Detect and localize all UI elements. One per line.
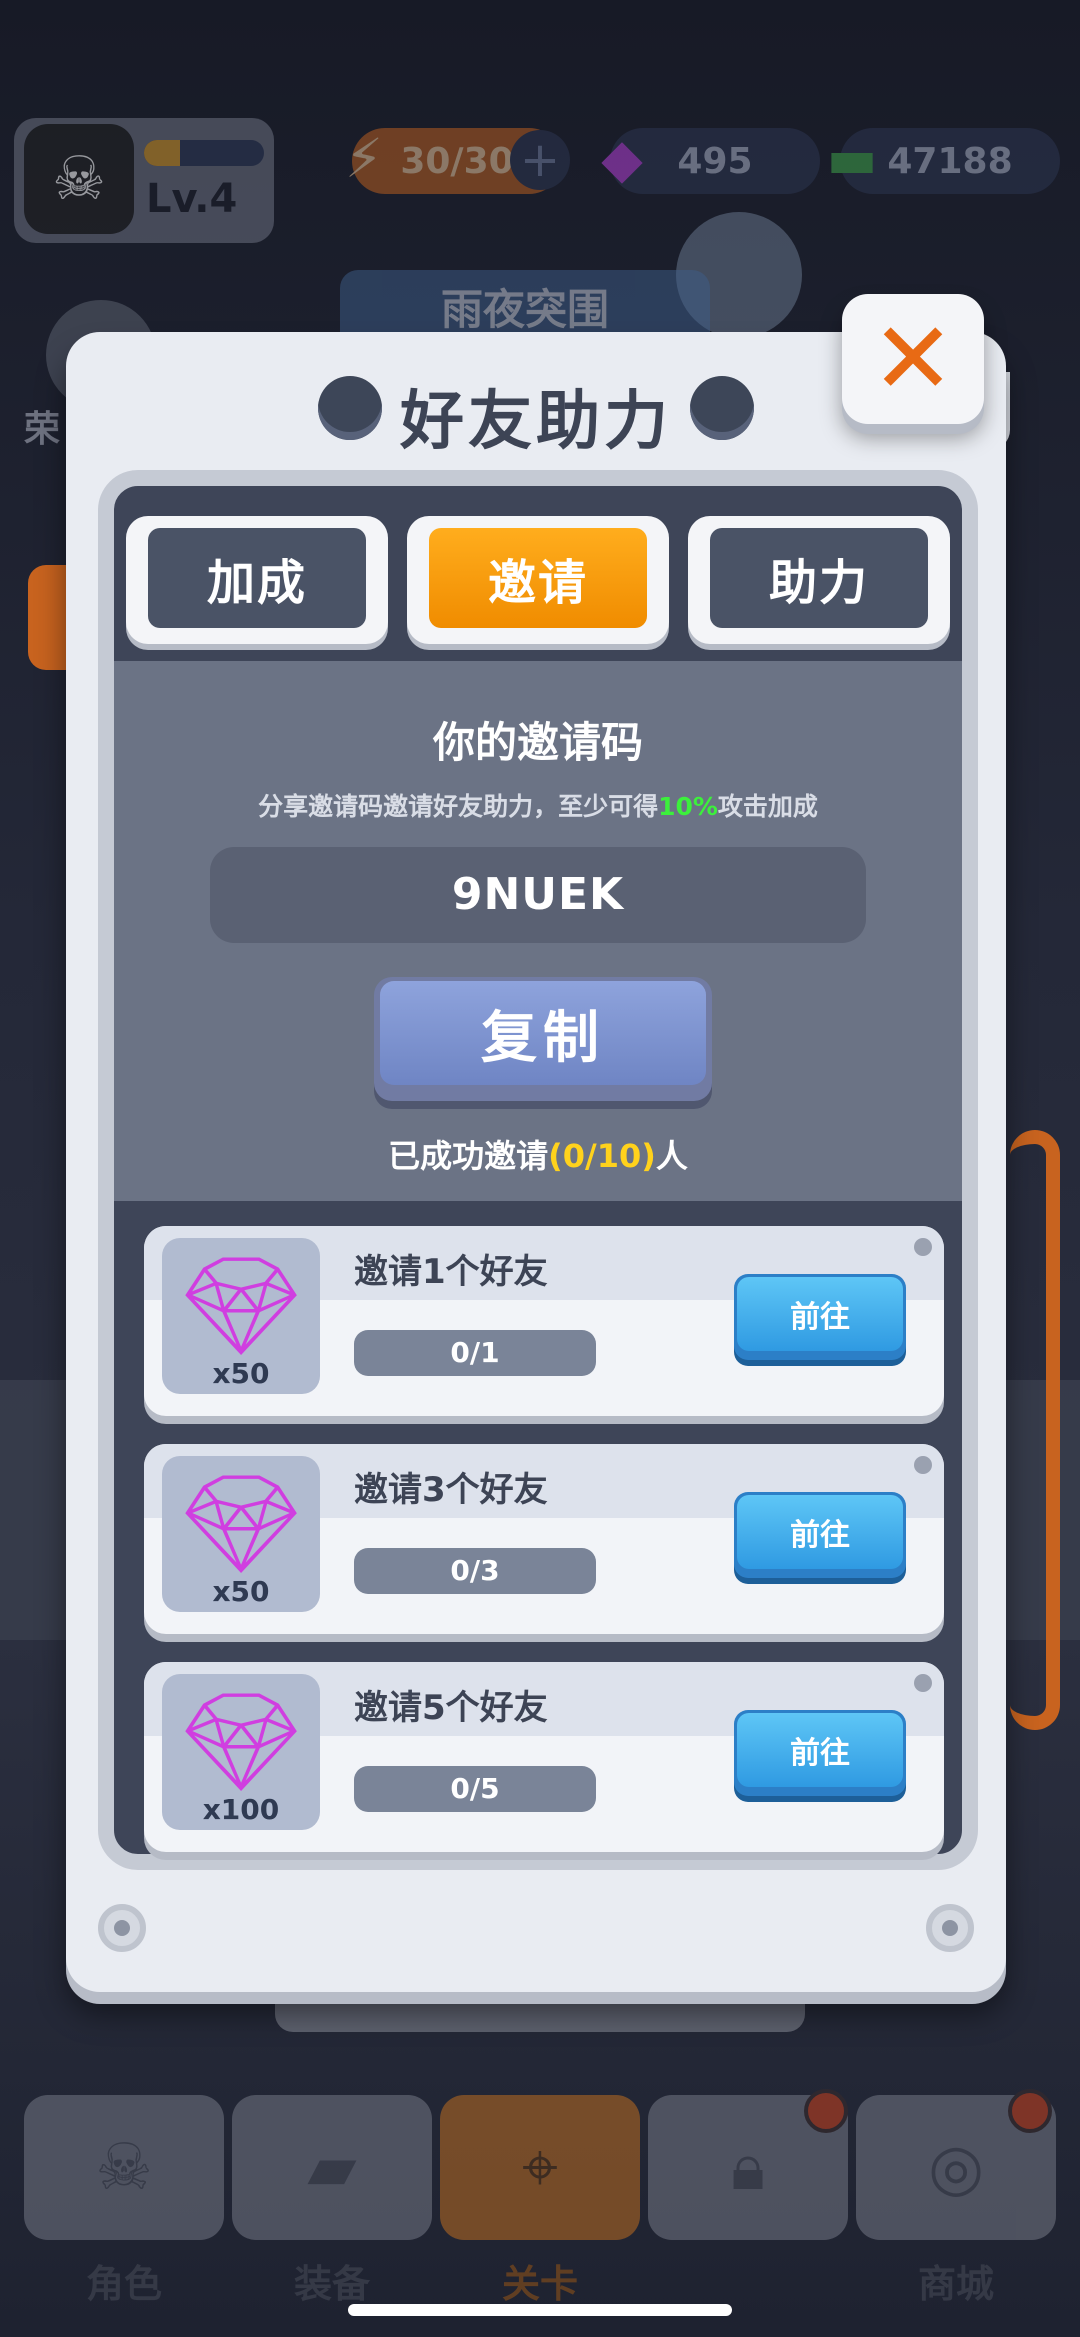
nav-role-button[interactable]: ☠ xyxy=(24,2095,224,2240)
invite-success-count: 已成功邀请(0/10)人 xyxy=(388,1137,688,1175)
close-x-icon: ✕ xyxy=(871,300,955,417)
screw-decor xyxy=(926,1904,974,1952)
home-indicator[interactable] xyxy=(348,2304,732,2316)
tab-bar: 加成 邀请 助力 xyxy=(114,486,962,666)
reward-slot: 💎︎ x100 xyxy=(162,1674,320,1830)
skull-icon: ☠ xyxy=(95,2130,153,2205)
task-row: 💎︎ x50 邀请3个好友 0/3 前往 xyxy=(144,1444,944,1634)
task-name: 邀请5个好友 xyxy=(354,1688,548,1728)
cash-icon: ▬ xyxy=(826,126,878,190)
copy-label: 复制 xyxy=(380,981,706,1085)
bolt-decor xyxy=(690,376,754,440)
nav-shop-label: 商城 xyxy=(917,2262,994,2306)
level-label: Lv.4 xyxy=(146,176,238,222)
gem-icon: 💎︎ xyxy=(180,1250,302,1362)
invite-description: 分享邀请码邀请好友助力，至少可得10%攻击加成 xyxy=(258,792,818,821)
nav-equip-label: 装备 xyxy=(293,2262,370,2306)
lightning-icon: ⚡ xyxy=(345,126,383,190)
map-pin-icon: ⌖ xyxy=(521,2130,559,2205)
tab-assist[interactable]: 助力 xyxy=(688,516,950,644)
task-name: 邀请3个好友 xyxy=(354,1470,548,1510)
lock-icon: 🔒︎ xyxy=(730,2130,766,2205)
task-row: 💎︎ x50 邀请1个好友 0/1 前往 xyxy=(144,1226,944,1416)
nav-role-label: 角色 xyxy=(85,2262,162,2306)
reward-quantity: x50 xyxy=(212,1357,270,1390)
bottom-nav: ☠ 角色 ▰ 装备 ⌖ 关卡 🔒︎ ◎ 商城 xyxy=(0,2089,1080,2306)
reward-slot: 💎︎ x50 xyxy=(162,1456,320,1612)
gem-icon: 💎︎ xyxy=(180,1468,302,1580)
gem-counter: ◆ 495 xyxy=(601,127,820,194)
task-row: 💎︎ x100 邀请5个好友 0/5 前往 xyxy=(144,1662,944,1852)
go-label: 前往 xyxy=(737,1495,903,1569)
close-button[interactable]: ✕ xyxy=(842,294,984,424)
notification-dot xyxy=(804,2089,848,2133)
go-button[interactable]: 前往 xyxy=(734,1710,906,1796)
go-label: 前往 xyxy=(737,1277,903,1351)
invite-code-title: 你的邀请码 xyxy=(432,718,643,767)
background-handle xyxy=(1010,1130,1060,1730)
screw-decor xyxy=(914,1238,932,1256)
go-button[interactable]: 前往 xyxy=(734,1274,906,1360)
gun-icon: ▰ xyxy=(307,2130,357,2205)
invite-code-field[interactable]: 9NUEK xyxy=(210,847,866,943)
task-name: 邀请1个好友 xyxy=(354,1252,548,1292)
tab-label: 助力 xyxy=(710,528,928,628)
screw-decor xyxy=(914,1456,932,1474)
energy-value: 30/30 xyxy=(400,140,514,182)
gem-value: 495 xyxy=(677,140,753,182)
shop-icon: ◎ xyxy=(928,2130,984,2205)
task-progress: 0/5 xyxy=(354,1766,596,1812)
background-side-tab xyxy=(28,565,68,670)
honor-label: 荣 xyxy=(24,409,61,450)
nav-stage-label: 关卡 xyxy=(501,2262,578,2306)
task-progress: 0/3 xyxy=(354,1548,596,1594)
gem-icon: 💎︎ xyxy=(180,1686,302,1798)
reward-slot: 💎︎ x50 xyxy=(162,1238,320,1394)
top-hud: ☠ Lv.4 ⚡ 30/30 + ◆ 495 ▬ 47188 xyxy=(0,110,1080,243)
gem-icon: ◆ xyxy=(601,126,643,190)
reward-quantity: x100 xyxy=(202,1793,280,1826)
copy-button[interactable]: 复制 xyxy=(374,977,712,1101)
reward-quantity: x50 xyxy=(212,1575,270,1608)
go-label: 前往 xyxy=(737,1713,903,1787)
tab-bonus[interactable]: 加成 xyxy=(126,516,388,644)
nav-equip-button[interactable]: ▰ xyxy=(232,2095,432,2240)
dialog-content: 加成 邀请 助力 你的邀请码 分享邀请码邀请好友助力，至少可得10%攻击加成 9… xyxy=(98,470,978,1870)
add-energy-button[interactable]: + xyxy=(510,130,570,190)
task-progress: 0/1 xyxy=(354,1330,596,1376)
go-button[interactable]: 前往 xyxy=(734,1492,906,1578)
notification-dot xyxy=(1008,2089,1052,2133)
player-profile[interactable]: ☠ Lv.4 xyxy=(14,118,274,243)
nav-stage-button[interactable]: ⌖ xyxy=(440,2095,640,2240)
skull-avatar-icon: ☠ xyxy=(24,124,134,234)
cash-value: 47188 xyxy=(887,140,1013,182)
screw-decor xyxy=(914,1674,932,1692)
tab-label: 加成 xyxy=(148,528,366,628)
invite-section: 你的邀请码 分享邀请码邀请好友助力，至少可得10%攻击加成 9NUEK 复制 已… xyxy=(114,661,962,1201)
tab-label: 邀请 xyxy=(429,528,647,628)
screw-decor xyxy=(98,1904,146,1952)
cash-counter: ▬ 47188 xyxy=(826,127,1060,194)
level-progress-bar xyxy=(144,140,264,166)
tab-invite[interactable]: 邀请 xyxy=(407,516,669,644)
